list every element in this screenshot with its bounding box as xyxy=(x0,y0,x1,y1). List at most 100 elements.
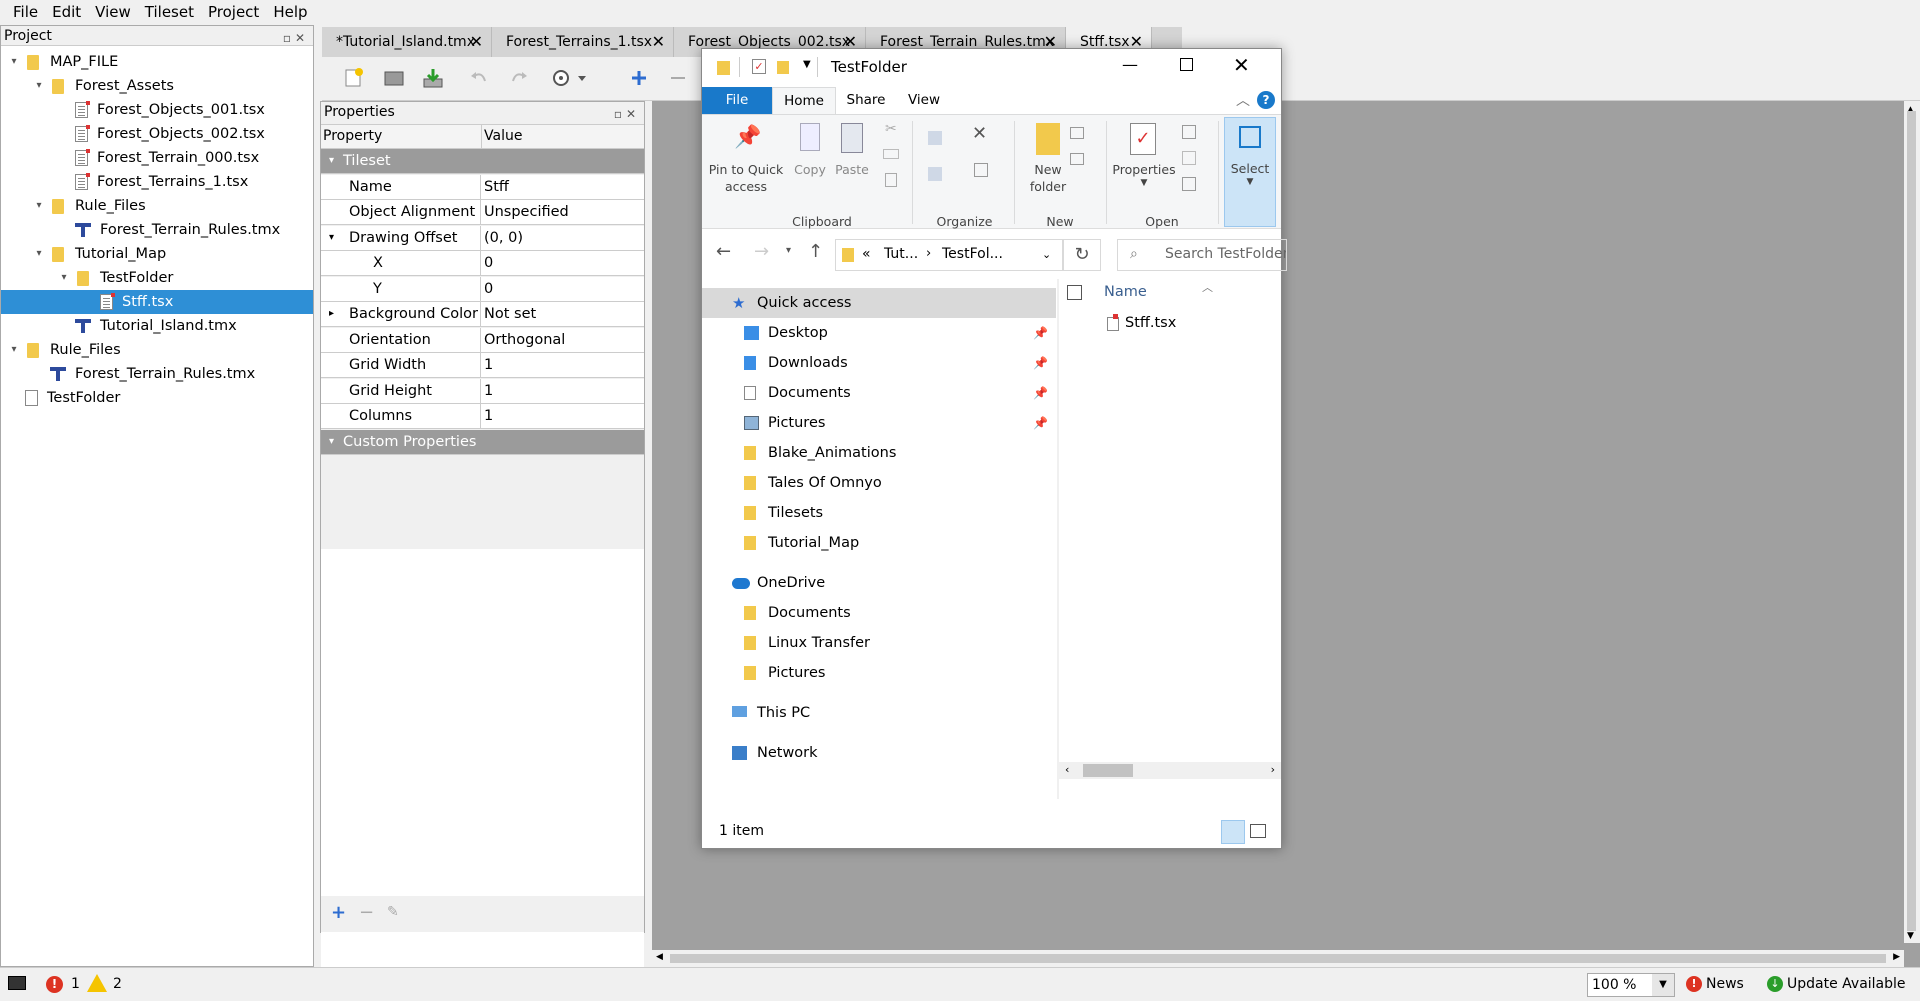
property-value[interactable]: 1 xyxy=(484,379,493,403)
project-tree-item[interactable]: ▾ Tutorial_Map xyxy=(1,242,313,266)
expand-arrow-icon[interactable]: ▾ xyxy=(9,338,19,362)
property-value[interactable]: 0 xyxy=(484,251,493,275)
project-tree-item[interactable]: Forest_Objects_001.tsx xyxy=(1,98,313,122)
property-row[interactable]: Grid Height 1 xyxy=(321,378,644,404)
scroll-left-icon[interactable]: ◀ xyxy=(656,952,663,962)
console-icon[interactable] xyxy=(8,976,26,990)
property-value[interactable]: 0 xyxy=(484,277,493,301)
search-box[interactable]: ⌕ Search TestFolder xyxy=(1117,239,1287,271)
properties-button[interactable]: ✓ Properties ▼ xyxy=(1110,117,1178,212)
pin-icon[interactable]: 📌 xyxy=(1033,408,1048,438)
horizontal-scroll-thumb[interactable] xyxy=(670,954,1886,963)
property-value[interactable]: (0, 0) xyxy=(484,226,523,250)
nav-item[interactable]: Pictures 📌 xyxy=(702,408,1056,438)
back-icon[interactable]: ← xyxy=(716,241,731,262)
copy-button[interactable]: Copy xyxy=(790,117,830,212)
expand-arrow-icon[interactable]: ▾ xyxy=(34,194,44,218)
menu-view[interactable]: View xyxy=(88,0,138,25)
property-row[interactable]: Grid Width 1 xyxy=(321,353,644,378)
file-list-hscrollbar[interactable]: ‹ › xyxy=(1059,762,1281,779)
nav-item[interactable]: This PC xyxy=(702,698,1056,728)
property-group-row[interactable]: ▾ Tileset xyxy=(321,149,644,174)
project-tree-item[interactable]: ▾ TestFolder xyxy=(1,266,313,290)
rename-icon[interactable] xyxy=(974,163,988,177)
close-icon[interactable]: ✕ xyxy=(652,27,665,57)
nav-item[interactable]: Downloads 📌 xyxy=(702,348,1056,378)
maximize-icon[interactable] xyxy=(1180,58,1193,71)
ribbon-tab-share[interactable]: Share xyxy=(836,87,896,114)
error-count[interactable]: 1 xyxy=(71,976,80,992)
easy-access-icon[interactable] xyxy=(1070,153,1084,165)
tileset-properties-icon[interactable] xyxy=(552,67,588,89)
select-all-checkbox[interactable] xyxy=(1067,285,1082,300)
minimize-icon[interactable]: — xyxy=(1122,55,1138,74)
menu-file[interactable]: File xyxy=(6,0,45,25)
up-icon[interactable]: ↑ xyxy=(808,241,823,262)
properties-quick-icon[interactable]: ✓ xyxy=(752,59,766,74)
paste-button[interactable]: Paste xyxy=(832,117,872,212)
project-tree-item[interactable]: Forest_Terrains_1.tsx xyxy=(1,170,313,194)
property-row[interactable]: Columns 1 xyxy=(321,404,644,429)
open-icon[interactable] xyxy=(383,67,405,89)
property-value[interactable]: Unspecified xyxy=(484,200,569,224)
property-value[interactable]: 1 xyxy=(484,353,493,377)
close-icon[interactable]: ✕ xyxy=(1233,53,1250,77)
nav-item[interactable]: Documents xyxy=(702,598,1056,628)
details-view-icon[interactable] xyxy=(1221,820,1245,844)
help-icon[interactable]: ? xyxy=(1257,91,1275,109)
breadcrumb-tutorial[interactable]: Tut... xyxy=(884,246,918,262)
nav-item[interactable]: Linux Transfer xyxy=(702,628,1056,658)
vertical-scrollbar[interactable]: ▲ ▼ xyxy=(1904,101,1920,943)
expand-arrow-icon[interactable]: ▾ xyxy=(9,50,19,74)
move-to-icon[interactable] xyxy=(928,131,942,145)
horizontal-scrollbar[interactable]: ◀ ▶ xyxy=(652,950,1904,967)
menu-tileset[interactable]: Tileset xyxy=(138,0,201,25)
project-tree-item[interactable]: Stff.tsx xyxy=(1,290,313,314)
redo-icon[interactable] xyxy=(508,67,530,89)
scroll-left-icon[interactable]: ‹ xyxy=(1065,763,1069,776)
nav-item[interactable]: Desktop 📌 xyxy=(702,318,1056,348)
nav-item[interactable]: Tilesets xyxy=(702,498,1056,528)
remove-tiles-icon[interactable] xyxy=(667,67,689,89)
add-property-icon[interactable]: + xyxy=(331,902,346,923)
property-row[interactable]: ▸ Background Color Not set xyxy=(321,302,644,327)
undo-icon[interactable] xyxy=(468,67,490,89)
property-row[interactable]: X0 xyxy=(321,251,644,276)
project-tree-item[interactable]: Forest_Objects_002.tsx xyxy=(1,122,313,146)
paste-shortcut-icon[interactable] xyxy=(885,173,897,187)
search-input[interactable]: Search TestFolder xyxy=(1165,246,1286,262)
pin-icon[interactable]: 📌 xyxy=(1033,348,1048,378)
name-column-header[interactable]: Name xyxy=(1104,284,1147,300)
refresh-icon[interactable]: ↻ xyxy=(1063,239,1101,271)
delete-icon[interactable]: ✕ xyxy=(972,123,987,144)
new-tileset-icon[interactable] xyxy=(343,67,365,89)
nav-item[interactable]: Documents 📌 xyxy=(702,378,1056,408)
property-value[interactable]: Orthogonal xyxy=(484,328,565,352)
address-bar[interactable]: « Tut... › TestFol... ⌄ xyxy=(835,239,1063,271)
nav-item[interactable]: OneDrive xyxy=(702,568,1056,598)
remove-property-icon[interactable]: − xyxy=(359,902,374,923)
nav-item[interactable]: Blake_Animations xyxy=(702,438,1056,468)
property-row[interactable]: Orientation Orthogonal xyxy=(321,327,644,353)
scroll-right-icon[interactable]: › xyxy=(1271,763,1275,776)
overflow-icon[interactable]: « xyxy=(862,246,871,262)
nav-item[interactable]: Tales Of Omnyo xyxy=(702,468,1056,498)
close-icon[interactable]: ✕ xyxy=(470,27,483,57)
tab-forest-terrains-1[interactable]: Forest_Terrains_1.tsx ✕ xyxy=(492,27,674,57)
ribbon-tab-home[interactable]: Home xyxy=(772,87,836,114)
edit-icon[interactable] xyxy=(1182,151,1196,165)
history-icon[interactable] xyxy=(1182,177,1196,191)
customize-toolbar-icon[interactable]: ▼ xyxy=(803,59,811,70)
nav-item[interactable]: Pictures xyxy=(702,658,1056,688)
new-item-icon[interactable] xyxy=(1070,127,1084,139)
project-tree-item[interactable]: TestFolder xyxy=(1,386,313,410)
pin-icon[interactable]: 📌 xyxy=(1033,378,1048,408)
project-tree-item[interactable]: ▾ Forest_Assets xyxy=(1,74,313,98)
property-row[interactable]: Object Alignment Unspecified xyxy=(321,200,644,225)
project-tree-item[interactable]: ▾ Rule_Files xyxy=(1,338,313,362)
scroll-thumb[interactable] xyxy=(1083,764,1133,777)
nav-item[interactable]: Network xyxy=(702,738,1056,768)
warning-count[interactable]: 2 xyxy=(113,976,122,992)
open-file-icon[interactable] xyxy=(1182,125,1196,139)
project-tree-item[interactable]: Tutorial_Island.tmx xyxy=(1,314,313,338)
